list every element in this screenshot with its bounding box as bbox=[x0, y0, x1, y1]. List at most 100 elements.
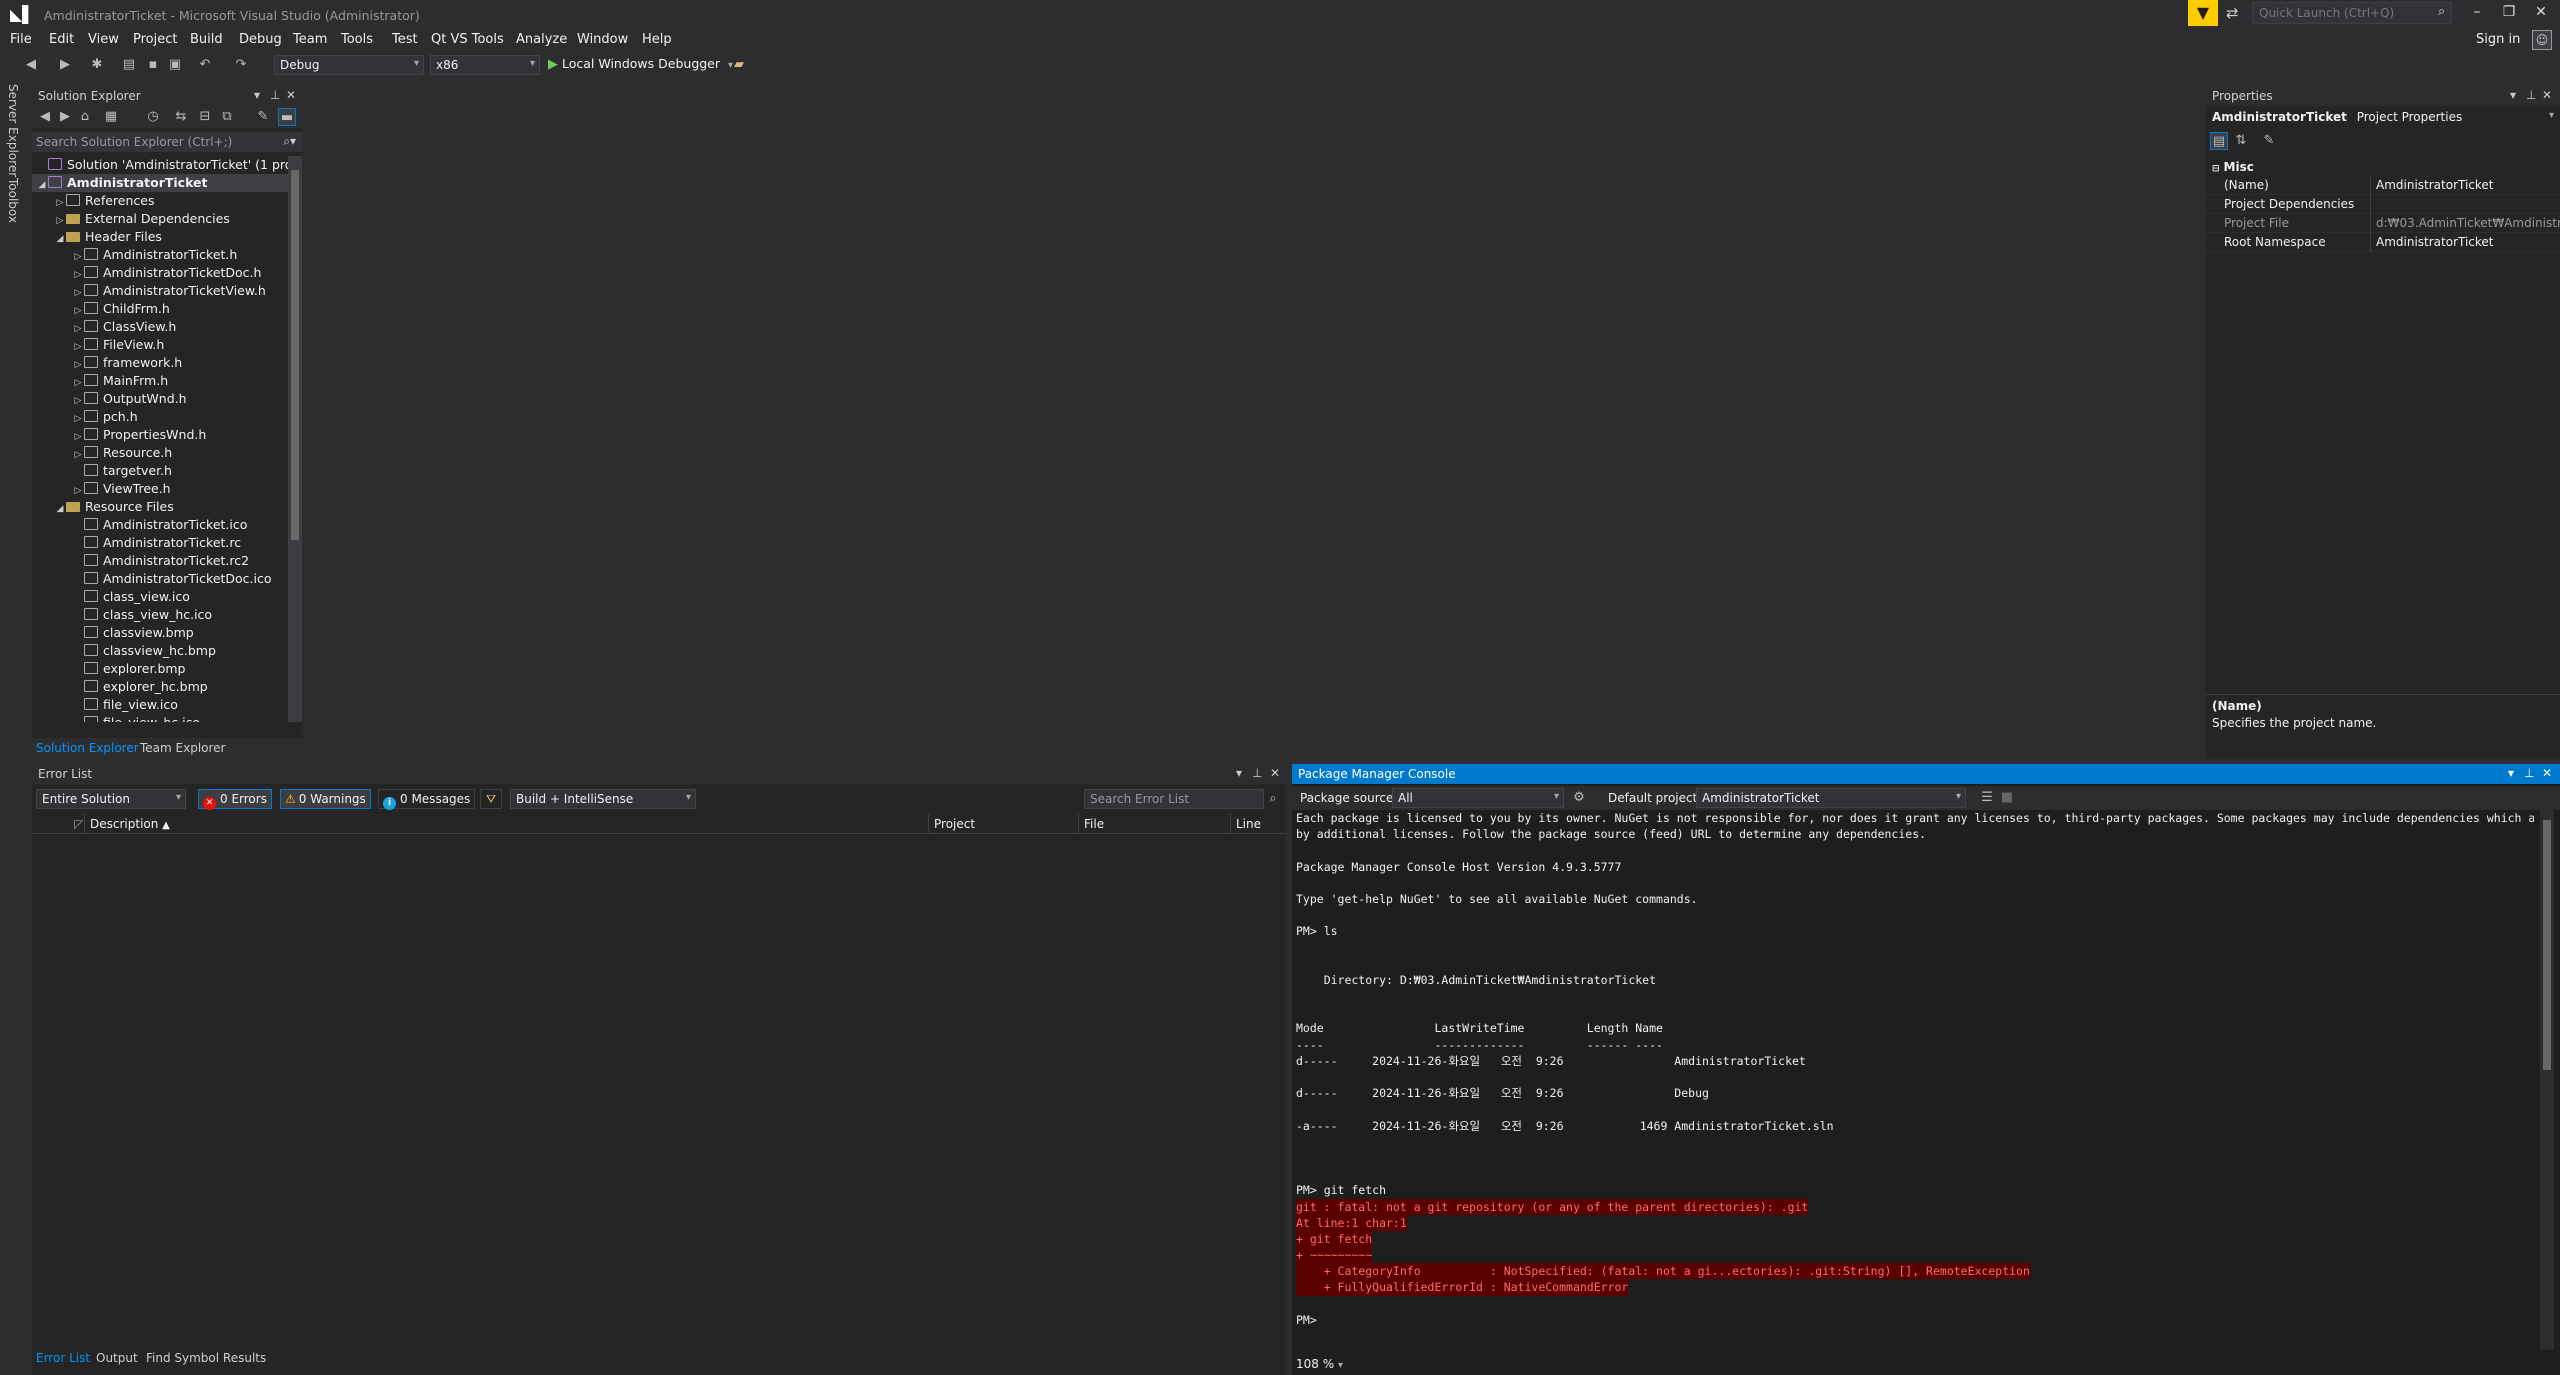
pin-icon[interactable]: ⊥ bbox=[2526, 88, 2536, 102]
property-row-dependencies[interactable]: Project Dependencies bbox=[2206, 195, 2560, 214]
quick-launch-input[interactable]: Quick Launch (Ctrl+Q) bbox=[2252, 2, 2452, 24]
stop-icon[interactable]: ■ bbox=[1998, 789, 2016, 807]
tree-item[interactable]: ▷ AmdinistratorTicketDoc.h bbox=[32, 264, 288, 282]
solution-platform-select[interactable]: x86 ▾ bbox=[430, 55, 540, 75]
close-window-icon[interactable]: ✕ bbox=[2526, 4, 2556, 20]
open-file-icon[interactable]: ▤ bbox=[120, 56, 138, 74]
tree-item[interactable]: explorer_hc.bmp bbox=[32, 678, 288, 696]
tree-item[interactable]: class_view.ico bbox=[32, 588, 288, 606]
tree-item[interactable]: ▷ pch.h bbox=[32, 408, 288, 426]
save-all-icon[interactable]: ▣ bbox=[166, 56, 184, 74]
property-category[interactable]: ⊟ Misc bbox=[2206, 158, 2560, 176]
console-scrollbar[interactable] bbox=[2540, 810, 2554, 1350]
pending-changes-filter-icon[interactable]: ◷ bbox=[144, 108, 162, 126]
close-icon[interactable]: ✕ bbox=[2542, 766, 2552, 780]
tree-item[interactable]: AmdinistratorTicket.rc bbox=[32, 534, 288, 552]
filter-toggle-button[interactable]: ⛛ bbox=[480, 789, 502, 809]
tab-solution-explorer[interactable]: Solution Explorer bbox=[36, 741, 139, 755]
tree-item[interactable]: explorer.bmp bbox=[32, 660, 288, 678]
tree-item[interactable]: ▷ framework.h bbox=[32, 354, 288, 372]
forward-icon[interactable]: ▶ bbox=[56, 108, 74, 126]
tree-item[interactable]: AmdinistratorTicket.ico bbox=[32, 516, 288, 534]
package-source-select[interactable]: All ▾ bbox=[1392, 788, 1564, 808]
menu-build[interactable]: Build bbox=[190, 32, 223, 47]
browse-icon[interactable]: ▰ bbox=[730, 56, 748, 74]
warnings-filter-button[interactable]: ⚠ 0 Warnings bbox=[280, 789, 371, 809]
preview-selected-icon[interactable]: ▬ bbox=[278, 108, 296, 126]
toolbox-tab[interactable]: Toolbox bbox=[6, 178, 20, 223]
solution-configuration-select[interactable]: Debug ▾ bbox=[274, 55, 424, 75]
build-intellisense-select[interactable]: Build + IntelliSense ▾ bbox=[510, 789, 696, 809]
tree-item[interactable]: ▷ MainFrm.h bbox=[32, 372, 288, 390]
tree-item[interactable]: class_view_hc.ico bbox=[32, 606, 288, 624]
tree-item[interactable]: ▷ OutputWnd.h bbox=[32, 390, 288, 408]
tree-item[interactable]: ▷ ClassView.h bbox=[32, 318, 288, 336]
tab-output[interactable]: Output bbox=[96, 1351, 138, 1365]
column-file[interactable]: File bbox=[1084, 817, 1104, 831]
tree-item[interactable]: ▷ Resource.h bbox=[32, 444, 288, 462]
menu-qt-vs-tools[interactable]: Qt VS Tools bbox=[431, 32, 504, 47]
clear-console-icon[interactable]: ☰ bbox=[1978, 789, 1996, 807]
categorized-icon[interactable]: ▤ bbox=[2210, 132, 2228, 150]
pin-icon[interactable]: ⊥ bbox=[1252, 766, 1262, 780]
tab-team-explorer[interactable]: Team Explorer bbox=[140, 741, 226, 755]
back-icon[interactable]: ◀ bbox=[36, 108, 54, 126]
menu-help[interactable]: Help bbox=[642, 32, 672, 47]
show-all-files-icon[interactable]: ⧉ bbox=[218, 108, 236, 126]
dropdown-icon[interactable]: ▾ bbox=[2508, 766, 2514, 780]
collapse-all-icon[interactable]: ⊟ bbox=[196, 108, 214, 126]
tree-scrollbar[interactable] bbox=[288, 156, 302, 722]
scrollbar-thumb[interactable] bbox=[2543, 820, 2551, 1070]
tree-item[interactable]: file_view_hc.ico bbox=[32, 714, 288, 722]
property-row-project-file[interactable]: Project File d:₩03.AdminTicket₩Amdinistr… bbox=[2206, 214, 2560, 233]
settings-gear-icon[interactable]: ⚙ bbox=[1570, 789, 1588, 807]
properties-wrench-icon[interactable]: ✎ bbox=[254, 108, 272, 126]
close-icon[interactable]: ✕ bbox=[286, 88, 296, 102]
tab-error-list[interactable]: Error List bbox=[36, 1351, 90, 1365]
menu-window[interactable]: Window bbox=[577, 32, 628, 47]
menu-team[interactable]: Team bbox=[293, 32, 327, 47]
errors-filter-button[interactable]: ✕ 0 Errors bbox=[198, 789, 272, 810]
tree-item[interactable]: ◢ AmdinistratorTicket bbox=[32, 174, 288, 192]
navigate-forward-icon[interactable]: ▶ bbox=[56, 56, 74, 74]
start-debugging-button[interactable]: ▶ Local Windows Debugger ▾ bbox=[548, 56, 733, 72]
tab-find-symbol-results[interactable]: Find Symbol Results bbox=[146, 1351, 266, 1365]
tree-item[interactable]: ▷ FileView.h bbox=[32, 336, 288, 354]
scrollbar-thumb[interactable] bbox=[291, 170, 299, 540]
notifications-filter-icon[interactable]: ▼ bbox=[2188, 0, 2218, 26]
menu-file[interactable]: File bbox=[10, 32, 32, 47]
menu-tools[interactable]: Tools bbox=[341, 32, 373, 47]
pin-icon[interactable]: ⊥ bbox=[270, 88, 280, 102]
zoom-level[interactable]: 108 % ▾ bbox=[1296, 1357, 1343, 1371]
account-avatar-icon[interactable]: ☺ bbox=[2532, 30, 2552, 50]
tree-item[interactable]: ▷ AmdinistratorTicket.h bbox=[32, 246, 288, 264]
alphabetical-icon[interactable]: ⇅ bbox=[2232, 132, 2250, 150]
menu-analyze[interactable]: Analyze bbox=[516, 32, 567, 47]
properties-object-selector[interactable]: AmdinistratorTicket Project Properties ▾ bbox=[2206, 108, 2560, 126]
menu-debug[interactable]: Debug bbox=[239, 32, 282, 47]
close-icon[interactable]: ✕ bbox=[1270, 766, 1280, 780]
home-icon[interactable]: ⌂ bbox=[76, 108, 94, 126]
sync-icon[interactable]: ⇆ bbox=[172, 108, 190, 126]
minimize-icon[interactable]: – bbox=[2462, 4, 2492, 20]
tree-item[interactable]: Solution 'AmdinistratorTicket' (1 projec… bbox=[32, 156, 288, 174]
solution-explorer-search-input[interactable]: Search Solution Explorer (Ctrl+;) ⌕▾ bbox=[32, 132, 302, 152]
close-icon[interactable]: ✕ bbox=[2542, 88, 2552, 102]
undo-icon[interactable]: ↶ bbox=[196, 56, 214, 74]
menu-view[interactable]: View bbox=[88, 32, 119, 47]
tree-item[interactable]: classview_hc.bmp bbox=[32, 642, 288, 660]
tree-item[interactable]: ▷ ViewTree.h bbox=[32, 480, 288, 498]
dropdown-icon[interactable]: ▾ bbox=[2510, 88, 2516, 102]
save-icon[interactable]: ▪ bbox=[144, 56, 162, 74]
error-list-search-input[interactable]: Search Error List bbox=[1084, 789, 1264, 809]
redo-icon[interactable]: ↷ bbox=[232, 56, 250, 74]
dropdown-icon[interactable]: ▾ bbox=[1236, 766, 1242, 780]
default-project-select[interactable]: AmdinistratorTicket ▾ bbox=[1696, 788, 1966, 808]
new-project-icon[interactable]: ✱ bbox=[88, 56, 106, 74]
menu-project[interactable]: Project bbox=[133, 32, 177, 47]
property-row-root-namespace[interactable]: Root Namespace AmdinistratorTicket bbox=[2206, 233, 2560, 252]
tree-item[interactable]: AmdinistratorTicket.rc2 bbox=[32, 552, 288, 570]
menu-test[interactable]: Test bbox=[392, 32, 418, 47]
messages-filter-button[interactable]: i 0 Messages bbox=[378, 789, 476, 810]
restore-icon[interactable]: ❐ bbox=[2494, 4, 2524, 20]
